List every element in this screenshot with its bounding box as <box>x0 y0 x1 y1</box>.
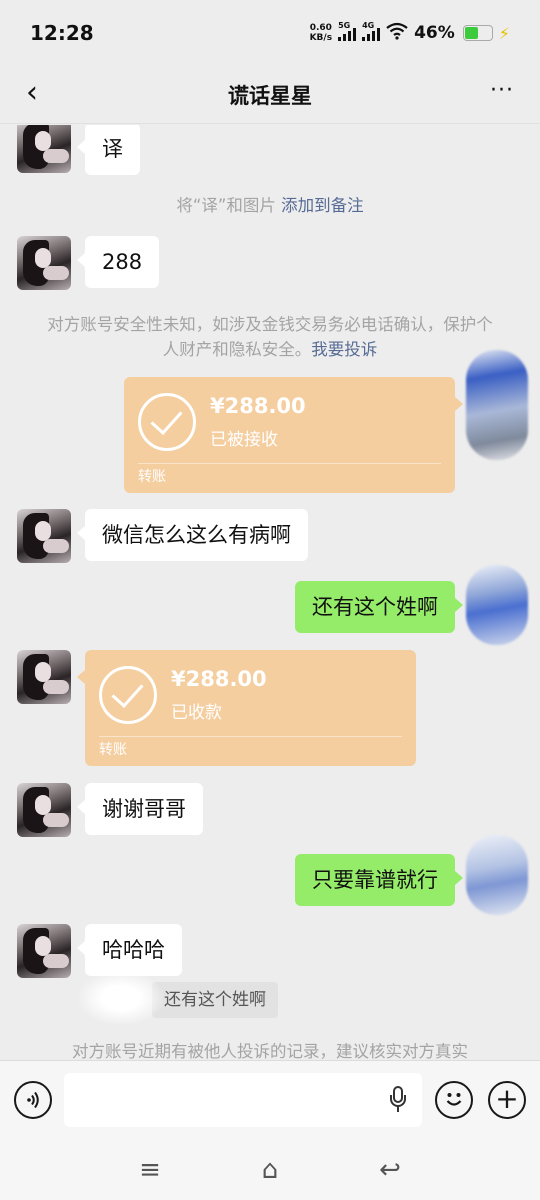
incoming-message[interactable]: 译 <box>77 125 140 175</box>
signal-4g-icon: 4G <box>362 21 381 41</box>
net-speed: 0.60 KB/s <box>309 23 333 43</box>
transfer-label: 转账 <box>99 742 127 758</box>
contact-avatar[interactable] <box>17 924 71 978</box>
transfer-card-received[interactable]: ¥288.00 已收款 转账 <box>77 650 416 766</box>
redacted-avatar <box>466 835 528 915</box>
charging-icon: ⚡ <box>498 23 510 43</box>
plus-button[interactable]: + <box>488 1081 526 1119</box>
back-nav-icon[interactable]: ↩ <box>370 1152 410 1188</box>
outgoing-message[interactable]: 还有这个姓啊 <box>295 581 463 633</box>
chat-messages[interactable]: 译 将“译”和图片 添加到备注 288 对方账号安全性未知，如涉及金钱交易务必电… <box>0 125 540 1060</box>
contact-avatar[interactable] <box>17 236 71 290</box>
redacted-avatar <box>466 350 528 460</box>
voice-input-button[interactable] <box>14 1081 52 1119</box>
quoted-message[interactable]: 还有这个姓啊 <box>152 982 278 1018</box>
system-nav-bar: ≡ ⌂ ↩ <box>0 1140 540 1200</box>
input-bar: + <box>0 1060 540 1140</box>
microphone-icon[interactable] <box>388 1086 408 1114</box>
incoming-message[interactable]: 谢谢哥哥 <box>77 783 203 835</box>
system-notice-security: 对方账号安全性未知，如涉及金钱交易务必电话确认，保护个人财产和隐私安全。我要投诉 <box>47 315 493 359</box>
transfer-status: 已被接收 <box>210 430 278 450</box>
contact-avatar[interactable] <box>17 650 71 704</box>
contact-avatar[interactable] <box>17 509 71 563</box>
contact-avatar[interactable] <box>17 125 71 173</box>
message-input[interactable] <box>64 1073 422 1127</box>
contact-avatar[interactable] <box>17 783 71 837</box>
add-to-remark-link[interactable]: 添加到备注 <box>281 196 364 215</box>
check-icon <box>138 393 196 451</box>
battery-percent: 46% <box>414 23 455 43</box>
redaction-smudge <box>76 970 166 1026</box>
chat-header: ‹ 谎话星星 ··· <box>0 66 540 124</box>
transfer-status: 已收款 <box>171 703 222 723</box>
back-button[interactable]: ‹ <box>14 76 50 112</box>
system-notice-complaint: 对方账号近期有被他人投诉的记录，建议核实对方真实 <box>72 1042 468 1060</box>
menu-icon[interactable]: ≡ <box>130 1152 170 1188</box>
home-icon[interactable]: ⌂ <box>250 1152 290 1188</box>
more-options-button[interactable]: ··· <box>484 76 520 112</box>
chat-title: 谎话星星 <box>228 83 312 108</box>
incoming-message[interactable]: 微信怎么这么有病啊 <box>77 509 308 561</box>
incoming-message[interactable]: 哈哈哈 <box>77 924 182 976</box>
incoming-message[interactable]: 288 <box>76 236 160 288</box>
signal-5g-icon: 5G <box>338 21 357 41</box>
outgoing-message[interactable]: 只要靠谱就行 <box>295 854 463 906</box>
emoji-button[interactable] <box>435 1081 473 1119</box>
transfer-label: 转账 <box>138 469 166 485</box>
redacted-avatar <box>466 565 528 645</box>
check-icon <box>99 666 157 724</box>
wifi-icon <box>386 22 408 45</box>
transfer-card-sent[interactable]: ¥288.00 已被接收 转账 <box>124 377 463 493</box>
report-link[interactable]: 我要投诉 <box>311 340 377 359</box>
transfer-amount: ¥288.00 <box>171 667 267 691</box>
status-time: 12:28 <box>30 21 94 45</box>
transfer-amount: ¥288.00 <box>210 394 306 418</box>
status-bar: 12:28 0.60 KB/s 5G 4G 46% ⚡ <box>0 0 540 66</box>
system-notice-remark: 将“译”和图片 添加到备注 <box>176 196 364 215</box>
status-icons: 0.60 KB/s 5G 4G 46% ⚡ <box>309 21 510 45</box>
battery-icon <box>462 25 493 41</box>
